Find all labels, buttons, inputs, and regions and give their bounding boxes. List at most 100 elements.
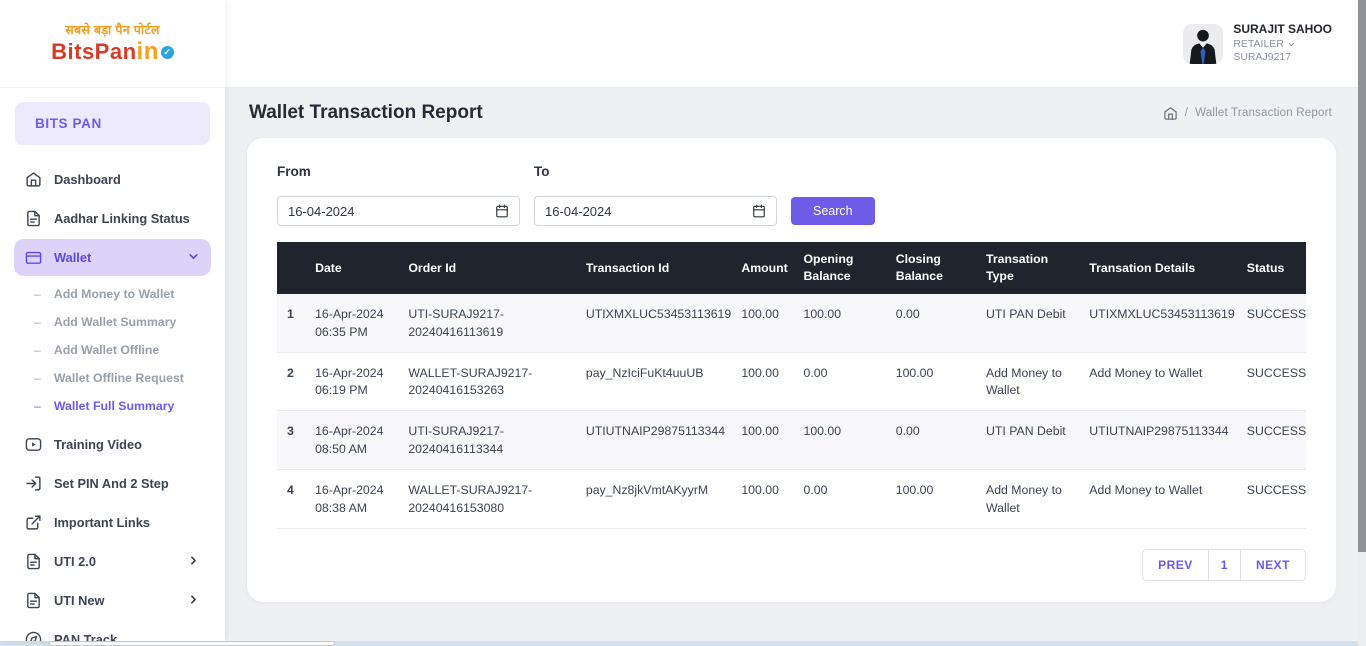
cell-closing-balance: 0.00	[885, 294, 976, 353]
cell-opening-balance: 0.00	[793, 352, 886, 412]
cell-amount: 100.00	[731, 410, 794, 470]
table-row: 3 16-Apr-2024 08:50 AM UTI-SURAJ9217-202…	[277, 410, 1306, 470]
to-date-group: To 16-04-2024	[534, 164, 777, 226]
brand-logo[interactable]: सबसे बड़ा पैन पोर्टल BitsPan in ✓	[0, 0, 225, 88]
vertical-scrollbar[interactable]	[1358, 0, 1366, 646]
breadcrumb-current: Wallet Transaction Report	[1195, 107, 1332, 119]
calendar-icon[interactable]	[752, 204, 766, 218]
wallet-submenu: – Add Money to Wallet – Add Wallet Summary…	[14, 278, 211, 424]
page-title: Wallet Transaction Report	[249, 102, 483, 123]
sidebar-subitem-add-money-to-wallet[interactable]: – Add Money to Wallet	[28, 280, 211, 308]
pagination-page-1[interactable]: 1	[1207, 549, 1240, 580]
sidebar-item-uti-2-0[interactable]: UTI 2.0	[14, 543, 211, 580]
avatar	[1183, 23, 1224, 64]
cell-opening-balance: 0.00	[793, 469, 886, 529]
cell-transaction-id: UTIXMXLUC53453113619	[575, 294, 732, 353]
cell-transation-details: Add Money to Wallet	[1079, 469, 1237, 529]
sidebar-nav: Dashboard Aadhar Linking Status Wallet –…	[0, 161, 225, 641]
user-role[interactable]: RETAILER	[1233, 38, 1332, 52]
cell-date: 16-Apr-2024 08:38 AM	[305, 469, 399, 529]
cell-sno: 1	[277, 294, 306, 353]
sidebar-subitem-wallet-offline-request[interactable]: – Wallet Offline Request	[28, 364, 211, 392]
cell-opening-balance: 100.00	[793, 294, 886, 353]
cell-closing-balance: 0.00	[885, 410, 976, 470]
sidebar-item-aadhar-linking-status[interactable]: Aadhar Linking Status	[14, 200, 211, 237]
pagination-prev-button[interactable]: PREV	[1143, 550, 1208, 580]
sidebar-item-set-pin-2-step[interactable]: Set PIN And 2 Step	[14, 465, 211, 502]
sidebar-subitem-label: Add Wallet Summary	[53, 315, 177, 329]
user-role-label: RETAILER	[1233, 37, 1284, 50]
sidebar-item-important-links[interactable]: Important Links	[14, 504, 211, 541]
cell-transation-type: UTI PAN Debit	[976, 294, 1080, 353]
col-sno	[277, 242, 306, 294]
sidebar-subitem-wallet-full-summary[interactable]: – Wallet Full Summary	[28, 392, 211, 420]
status-badge: SUCCESS	[1236, 352, 1306, 412]
top-header: SURAJIT SAHOO RETAILER SURAJ9217	[225, 0, 1358, 88]
pagination: PREV 1 NEXT	[1142, 548, 1306, 581]
table-header: Date Order Id Transaction Id Amount Open…	[277, 242, 1306, 294]
table-row: 2 16-Apr-2024 06:19 PM WALLET-SURAJ9217-…	[277, 352, 1306, 412]
sidebar-item-label: UTI 2.0	[54, 554, 96, 569]
portal-banner: BITS PAN	[15, 102, 210, 145]
from-label: From	[277, 164, 311, 179]
sidebar: सबसे बड़ा पैन पोर्टल BitsPan in ✓ BITS PAN…	[0, 0, 225, 641]
to-date-input[interactable]: 16-04-2024	[534, 196, 777, 226]
chevron-right-icon	[187, 593, 200, 609]
col-transaction-id: Transaction Id	[575, 242, 732, 294]
document-icon	[27, 592, 40, 609]
sidebar-item-label: Set PIN And 2 Step	[54, 476, 169, 491]
cell-amount: 100.00	[731, 352, 794, 412]
sidebar-subitem-add-wallet-offline[interactable]: – Add Wallet Offline	[28, 336, 211, 364]
calendar-icon[interactable]	[495, 204, 509, 218]
cell-amount: 100.00	[731, 469, 794, 529]
sidebar-item-label: Dashboard	[54, 172, 121, 187]
wallet-icon	[25, 251, 42, 264]
sidebar-item-label: Training Video	[54, 437, 142, 452]
cell-transaction-id: UTIUTNAIP29875113344	[575, 410, 732, 470]
brand-tagline: सबसे बड़ा पैन पोर्टल	[65, 23, 160, 38]
from-date-group: From 16-04-2024	[277, 164, 520, 226]
cell-transation-details: UTIUTNAIP29875113344	[1079, 410, 1237, 470]
cell-opening-balance: 100.00	[793, 410, 886, 470]
sidebar-item-label: Aadhar Linking Status	[54, 211, 190, 226]
user-menu[interactable]: SURAJIT SAHOO RETAILER SURAJ9217	[1183, 22, 1332, 65]
cell-transation-details: UTIXMXLUC53453113619	[1079, 294, 1237, 353]
app-window: सबसे बड़ा पैन पोर्टल BitsPan in ✓ BITS PAN…	[0, 0, 1358, 641]
breadcrumb: / Wallet Transaction Report	[1163, 106, 1332, 121]
sidebar-item-wallet[interactable]: Wallet	[14, 239, 211, 276]
vertical-scrollbar-thumb[interactable]	[1358, 0, 1366, 552]
sidebar-item-label: UTI New	[54, 593, 105, 608]
search-button[interactable]: Search	[791, 197, 875, 225]
sidebar-item-training-video[interactable]: Training Video	[14, 426, 211, 463]
user-info: SURAJIT SAHOO RETAILER SURAJ9217	[1233, 22, 1332, 65]
home-icon[interactable]	[1163, 106, 1178, 121]
chevron-down-icon	[187, 250, 200, 266]
cell-transation-type: UTI PAN Debit	[976, 410, 1080, 470]
user-name: SURAJIT SAHOO	[1233, 22, 1332, 37]
horizontal-scrollbar-thumb[interactable]	[49, 641, 335, 646]
sidebar-subitem-label: Add Money to Wallet	[53, 287, 175, 301]
sidebar-item-pan-track[interactable]: PAN Track	[14, 621, 211, 641]
sidebar-subitem-add-wallet-summary[interactable]: – Add Wallet Summary	[28, 308, 211, 336]
compass-icon	[25, 631, 42, 641]
dash-bullet: –	[34, 287, 41, 301]
document-icon	[27, 210, 40, 227]
sidebar-item-uti-new[interactable]: UTI New	[14, 582, 211, 619]
cell-order-id: WALLET-SURAJ9217-20240416153263	[398, 352, 576, 412]
sidebar-item-dashboard[interactable]: Dashboard	[14, 161, 211, 198]
col-transation-type: Transation Type	[976, 242, 1080, 294]
pagination-next-button[interactable]: NEXT	[1239, 549, 1305, 580]
verified-badge-icon: ✓	[160, 45, 174, 59]
brand-name: BitsPan in ✓	[51, 38, 174, 66]
cell-date: 16-Apr-2024 08:50 AM	[305, 410, 399, 470]
dash-bullet: –	[34, 399, 41, 413]
title-row: Wallet Transaction Report / Wallet Trans…	[247, 88, 1336, 138]
horizontal-scrollbar[interactable]	[0, 641, 1358, 646]
col-transation-details: Transation Details	[1079, 242, 1237, 294]
to-date-value: 16-04-2024	[545, 203, 612, 219]
status-badge: SUCCESS	[1236, 469, 1306, 529]
sidebar-item-label: PAN Track	[54, 632, 118, 641]
from-date-input[interactable]: 16-04-2024	[277, 196, 520, 226]
pagination-row: PREV 1 NEXT	[277, 548, 1306, 581]
cell-transation-type: Add Money to Wallet	[976, 352, 1080, 412]
